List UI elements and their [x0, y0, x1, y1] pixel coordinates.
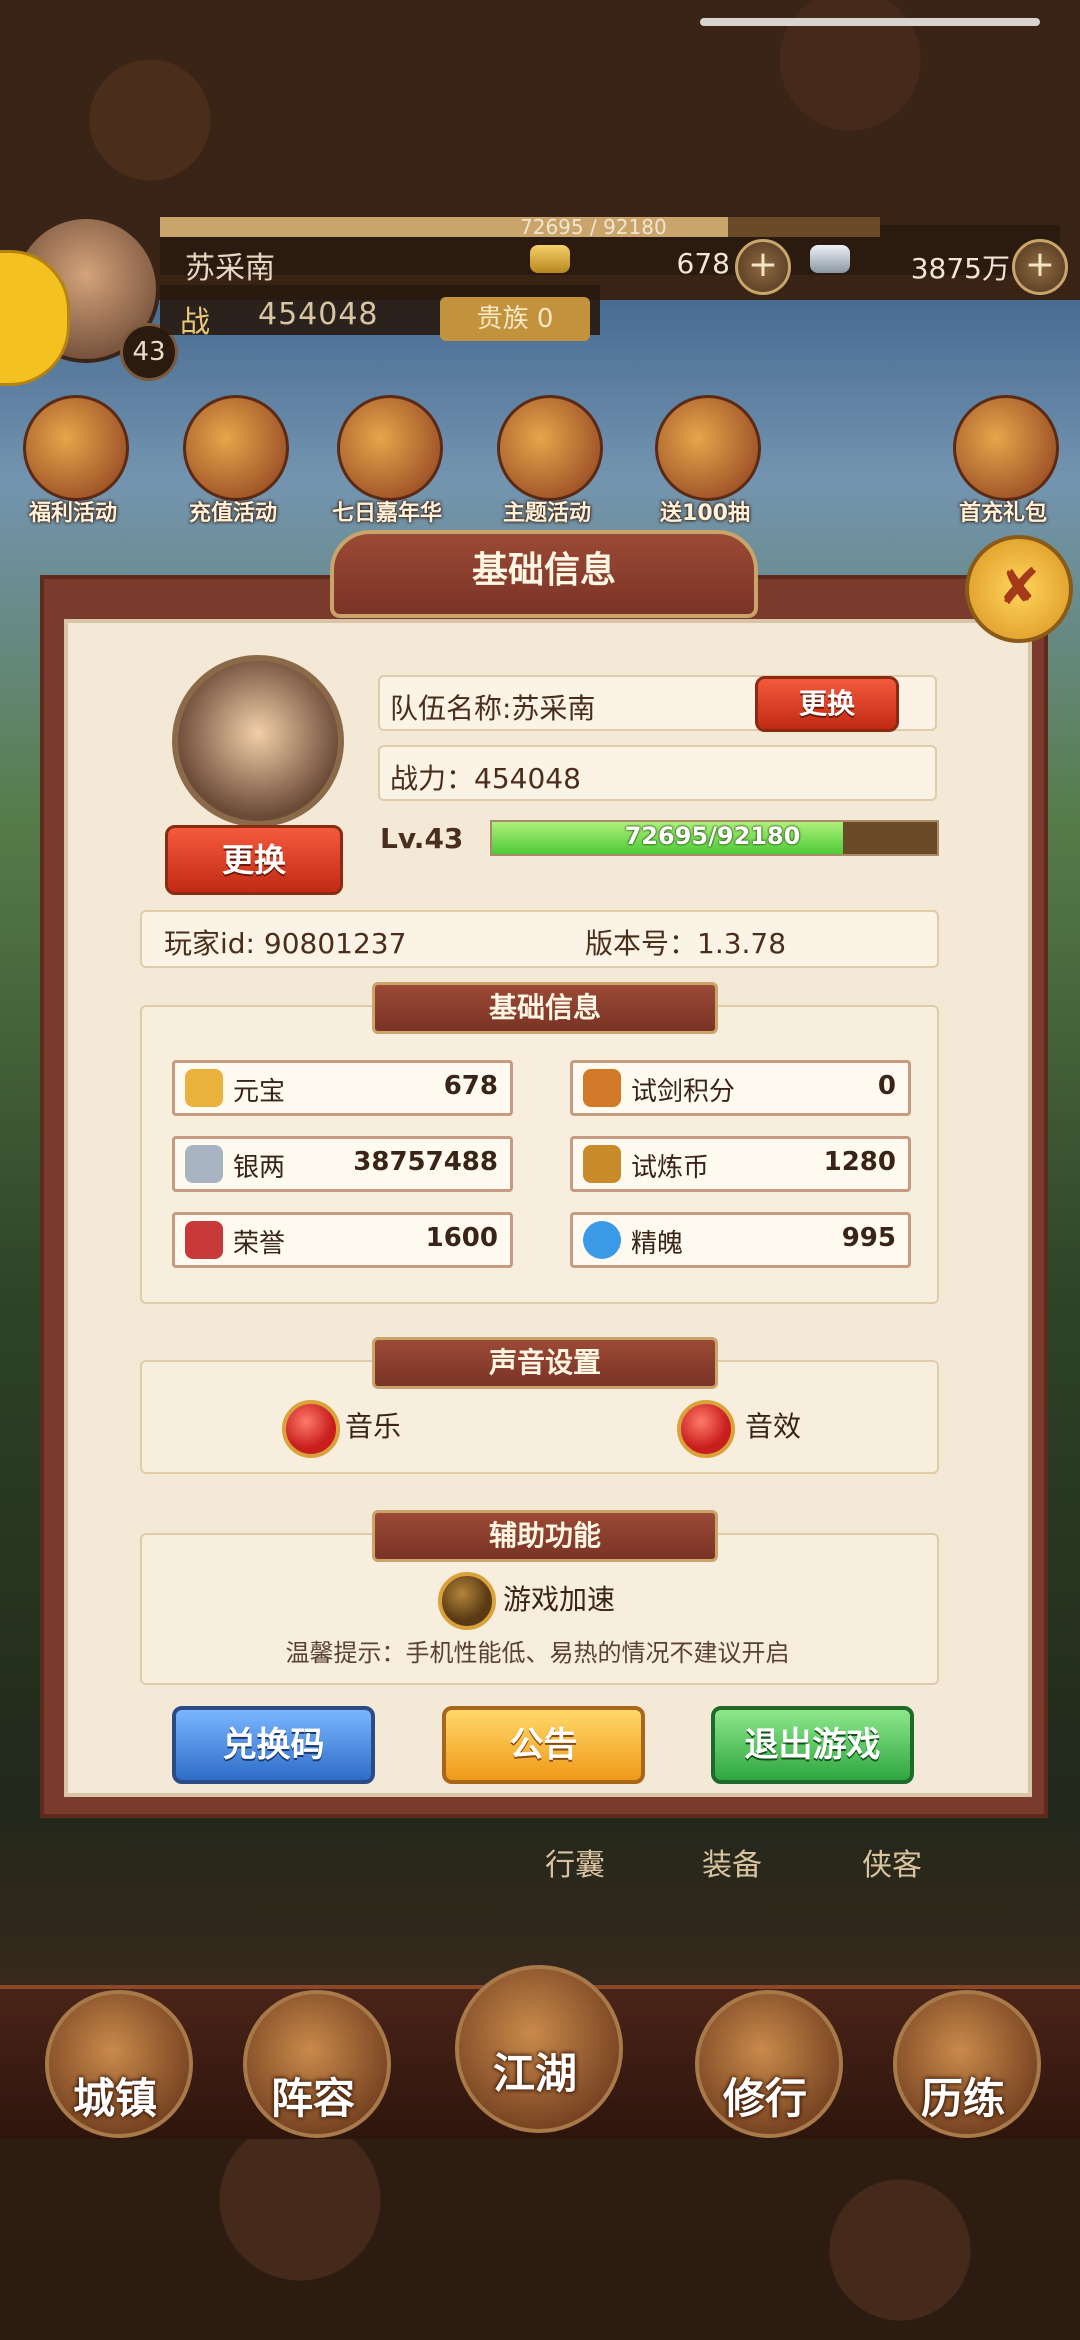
player-id: 玩家id: 90801237 — [164, 927, 407, 960]
activity-label: 主题活动 — [502, 501, 591, 526]
dialog-title: 基础信息 — [330, 530, 758, 618]
silver-ingot-icon — [810, 245, 850, 273]
gold-ingot-icon — [530, 245, 570, 273]
resource-trial-coin: 试炼币 1280 — [570, 1136, 911, 1192]
notice-button[interactable]: 公告 — [442, 1706, 645, 1784]
effects-toggle[interactable] — [677, 1400, 735, 1458]
resource-gold: 元宝 678 — [172, 1060, 513, 1116]
add-silver-button[interactable]: + — [1012, 239, 1068, 295]
power-field: 战力：454048 — [378, 745, 937, 801]
resource-name: 荣誉 — [233, 1229, 286, 1259]
nav-cultivate-label: 修行 — [722, 2074, 807, 2123]
seven-day-icon — [337, 395, 443, 501]
activity-label: 首充礼包 — [958, 501, 1047, 526]
change-avatar-button[interactable]: 更换 — [165, 825, 343, 895]
resources-section-title: 基础信息 — [372, 982, 718, 1034]
level-label: Lv.43 — [380, 822, 464, 855]
resource-value: 678 — [443, 1071, 498, 1101]
power-icon: 战 — [180, 305, 210, 340]
change-name-button[interactable]: 更换 — [755, 676, 899, 732]
version: 版本号：1.3.78 — [585, 927, 787, 960]
effects-label: 音效 — [745, 1410, 802, 1443]
activity-theme[interactable]: 主题活动 — [482, 395, 612, 535]
music-label: 音乐 — [345, 1410, 402, 1443]
resource-name: 试剑积分 — [631, 1077, 736, 1107]
silver-amount: 3875万 — [910, 252, 1010, 285]
resource-name: 精魄 — [631, 1229, 684, 1259]
activity-seven-day[interactable]: 七日嘉年华 — [322, 395, 452, 535]
speed-toggle[interactable] — [438, 1572, 496, 1630]
noble-badge[interactable]: 贵族 0 — [440, 297, 590, 341]
speed-tip: 温馨提示：手机性能低、易热的情况不建议开启 — [285, 1639, 790, 1667]
resource-value: 38757488 — [353, 1147, 498, 1177]
speed-label: 游戏加速 — [503, 1583, 616, 1616]
exit-button[interactable]: 退出游戏 — [711, 1706, 914, 1784]
music-toggle[interactable] — [282, 1400, 340, 1458]
team-name: 队伍名称:苏采南 — [390, 692, 596, 725]
resource-name: 元宝 — [233, 1077, 286, 1107]
draw-icon — [655, 395, 761, 501]
resource-value: 0 — [877, 1071, 896, 1101]
sub-nav-bag[interactable]: 行囊 — [515, 1840, 635, 1884]
theme-icon — [497, 395, 603, 501]
power-text: 战力：454048 — [390, 762, 581, 795]
gold-ingot-icon — [185, 1069, 223, 1107]
nav-training-label: 历练 — [920, 2074, 1005, 2123]
assist-section-title: 辅助功能 — [372, 1510, 718, 1562]
resource-soul: 精魄 995 — [570, 1212, 911, 1268]
resource-sword-points: 试剑积分 0 — [570, 1060, 911, 1116]
activity-draw[interactable]: 送100抽 — [640, 395, 770, 535]
nav-town-label: 城镇 — [72, 2074, 157, 2123]
close-button[interactable]: ✘ — [965, 535, 1073, 643]
sound-section-title: 声音设置 — [372, 1337, 718, 1389]
sword-points-icon — [583, 1069, 621, 1107]
activity-first-recharge[interactable]: 首充礼包 — [938, 395, 1068, 535]
resource-silver: 银两 38757488 — [172, 1136, 513, 1192]
activity-welfare[interactable]: 福利活动 — [8, 395, 138, 535]
activity-row: 福利活动 充值活动 七日嘉年华 主题活动 送100抽 首充礼包 — [0, 395, 1080, 535]
resource-honor: 荣誉 1600 — [172, 1212, 513, 1268]
resource-value: 1600 — [425, 1223, 498, 1253]
gold-amount: 678 — [676, 247, 730, 280]
first-recharge-icon — [953, 395, 1059, 501]
power-value: 454048 — [258, 297, 379, 332]
id-version-field: 玩家id: 90801237 版本号：1.3.78 — [140, 910, 939, 968]
exp-text: 72695/92180 — [624, 822, 801, 850]
activity-label: 充值活动 — [188, 501, 277, 526]
activity-label: 送100抽 — [660, 501, 750, 526]
activity-label: 福利活动 — [28, 501, 117, 526]
trial-coin-icon — [583, 1145, 621, 1183]
home-indicator — [700, 18, 1040, 26]
top-hud: 72695 / 92180 43 苏采南 678 + 3875万 + 战 454… — [0, 205, 1080, 386]
resource-name: 试炼币 — [631, 1153, 710, 1183]
resource-value: 995 — [841, 1223, 896, 1253]
resource-value: 1280 — [823, 1147, 896, 1177]
sub-nav-heroes[interactable]: 侠客 — [832, 1840, 952, 1884]
nav-lineup-label: 阵容 — [270, 2074, 355, 2123]
activity-label: 七日嘉年华 — [331, 501, 442, 526]
activity-recharge[interactable]: 充值活动 — [168, 395, 298, 535]
player-name: 苏采南 — [185, 251, 275, 286]
profile-avatar — [172, 655, 344, 827]
add-gold-button[interactable]: + — [735, 239, 791, 295]
silver-ingot-icon — [185, 1145, 223, 1183]
honor-icon — [185, 1221, 223, 1259]
redeem-button[interactable]: 兑换码 — [172, 1706, 375, 1784]
sub-nav-equipment[interactable]: 装备 — [672, 1840, 792, 1884]
gift-icon — [23, 395, 129, 501]
hud-exp-text: 72695 / 92180 — [520, 215, 667, 239]
soul-icon — [583, 1221, 621, 1259]
recharge-icon — [183, 395, 289, 501]
resource-name: 银两 — [233, 1153, 286, 1183]
nav-jianghu-label: 江湖 — [492, 2049, 577, 2098]
